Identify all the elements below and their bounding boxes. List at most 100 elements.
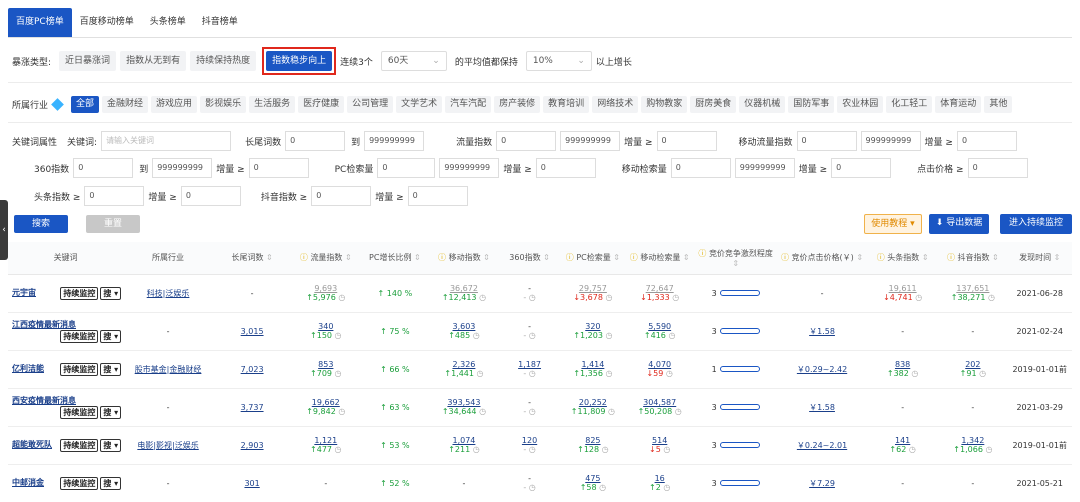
monitor-button[interactable]: 持续监控 [60, 330, 99, 343]
industry-tag[interactable]: 体育运动 [935, 95, 982, 113]
industry-tag[interactable]: 金融财经 [102, 95, 149, 113]
industry-tag[interactable]: 教育培训 [543, 95, 590, 113]
flow-index-value[interactable]: 1,121 [291, 436, 360, 445]
toutiao-value[interactable]: 838 [867, 360, 938, 369]
pc-search-max[interactable]: 999999999 [439, 158, 500, 178]
mobile-search-min[interactable]: 0 [670, 158, 731, 178]
mobile-flow-increment[interactable]: 0 [956, 131, 1017, 151]
mobile-search-value[interactable]: 72,647 [625, 284, 694, 293]
long-tail-value[interactable]: 7,023 [241, 365, 264, 374]
header-col-douyin[interactable]: ⓘ 抖音指数 ⇕ [938, 242, 1008, 275]
industry-tag[interactable]: 房产装修 [494, 95, 541, 113]
mobile-search-value[interactable]: 514 [625, 436, 694, 445]
mobile-index-value[interactable]: 393,543 [429, 398, 498, 407]
toutiao-increment[interactable]: 0 [180, 186, 241, 206]
idx360-value[interactable]: 1,187 [498, 360, 560, 369]
industry-tag[interactable]: 国防军事 [788, 95, 835, 113]
keyword-link[interactable]: 亿利洁能 [12, 364, 44, 373]
douyin-value[interactable]: 202 [938, 360, 1007, 369]
keyword-link[interactable]: 江西疫情最新消息 [12, 320, 76, 329]
douyin-min[interactable]: 0 [311, 186, 372, 206]
header-col-found-date[interactable]: 发现时间 ⇕ [1007, 242, 1072, 275]
rise-option-recent[interactable]: 近日暴涨词 [59, 51, 117, 71]
flow-min[interactable]: 0 [496, 131, 557, 151]
monitor-entry-button[interactable]: 进入持续监控 [1000, 214, 1072, 234]
industry-tag[interactable]: 网络技术 [592, 95, 639, 113]
search-dropdown[interactable]: 搜 ▾ [100, 476, 122, 490]
douyin-increment[interactable]: 0 [407, 186, 468, 206]
pc-search-value[interactable]: 825 [561, 436, 625, 445]
click-price-value[interactable]: ￥1.58 [809, 403, 835, 412]
header-col-mobile-index[interactable]: ⓘ 移动指数 ⇕ [429, 242, 499, 275]
pc-search-value[interactable]: 29,757 [561, 284, 625, 293]
idx360-min[interactable]: 0 [73, 158, 134, 178]
monitor-button[interactable]: 持续监控 [60, 438, 99, 452]
rise-option-keep-hot[interactable]: 持续保持热度 [190, 51, 257, 71]
long-tail-value[interactable]: 2,903 [241, 441, 264, 450]
mobile-search-max[interactable]: 999999999 [734, 158, 795, 178]
toutiao-value[interactable]: 141 [867, 436, 938, 445]
rise-option-from-zero[interactable]: 指数从无到有 [120, 51, 187, 71]
industry-tag-all[interactable]: 全部 [71, 95, 100, 113]
header-col-competition[interactable]: ⓘ 竞价竞争激烈程度 ⇕ [694, 242, 778, 275]
click-price-value[interactable]: ￥7.29 [809, 479, 835, 488]
rise-option-steady[interactable]: 指数稳步向上 [266, 51, 333, 71]
click-price-input[interactable]: 0 [967, 158, 1028, 178]
industry-tag[interactable]: 购物教家 [641, 95, 688, 113]
industry-tag[interactable]: 医疗健康 [298, 95, 345, 113]
industry-tag[interactable]: 影视娱乐 [200, 95, 247, 113]
click-price-value[interactable]: ￥1.58 [809, 327, 835, 336]
header-col-pc-search[interactable]: ⓘ PC检索量 ⇕ [560, 242, 626, 275]
mobile-search-value[interactable]: 4,070 [625, 360, 694, 369]
industry-tag[interactable]: 厨房美食 [690, 95, 737, 113]
industry-value[interactable]: 股市基金|金融财经 [135, 365, 202, 374]
mobile-flow-min[interactable]: 0 [796, 131, 857, 151]
industry-tag[interactable]: 化工轻工 [886, 95, 933, 113]
mobile-index-value[interactable]: 1,074 [429, 436, 498, 445]
pc-search-value[interactable]: 475 [561, 474, 625, 483]
search-dropdown[interactable]: 搜 ▾ [100, 406, 122, 419]
header-col-mobile-search[interactable]: ⓘ 移动检索量 ⇕ [625, 242, 695, 275]
header-col-flow-index[interactable]: ⓘ 流量指数 ⇕ [291, 242, 361, 275]
flow-index-value[interactable]: 340 [291, 322, 360, 331]
search-dropdown[interactable]: 搜 ▾ [100, 438, 122, 452]
douyin-value[interactable]: 137,651 [938, 284, 1007, 293]
header-col-click-price[interactable]: ⓘ 竞价点击价格(￥) ⇕ [777, 242, 867, 275]
long-tail-value[interactable]: 301 [244, 479, 259, 488]
mobile-flow-max[interactable]: 999999999 [860, 131, 921, 151]
tab-douyin[interactable]: 抖音榜单 [194, 8, 246, 38]
long-tail-value[interactable]: 3,737 [241, 403, 264, 412]
tab-baidu-pc[interactable]: 百度PC榜单 [8, 8, 72, 38]
industry-tag[interactable]: 农业林园 [837, 95, 884, 113]
mobile-search-value[interactable]: 5,590 [625, 322, 694, 331]
keyword-input[interactable]: 请输入关键词 [101, 131, 232, 151]
long-tail-max[interactable]: 999999999 [364, 131, 425, 151]
search-dropdown[interactable]: 搜 ▾ [100, 286, 122, 300]
idx360-increment[interactable]: 0 [248, 158, 309, 178]
monitor-button[interactable]: 持续监控 [60, 406, 99, 419]
long-tail-min[interactable]: 0 [285, 131, 346, 151]
industry-value[interactable]: 科技|泛娱乐 [147, 289, 190, 298]
long-tail-value[interactable]: 3,015 [241, 327, 264, 336]
flow-index-value[interactable]: 19,662 [291, 398, 360, 407]
header-col-360-index[interactable]: 360指数 ⇕ [498, 242, 561, 275]
industry-value[interactable]: 电影|影视|泛娱乐 [137, 441, 198, 450]
click-price-value[interactable]: ￥0.29~2.42 [797, 365, 847, 374]
mobile-index-value[interactable]: 3,603 [429, 322, 498, 331]
flow-index-value[interactable]: 9,693 [291, 284, 360, 293]
tab-toutiao[interactable]: 头条榜单 [142, 8, 194, 38]
click-price-value[interactable]: ￥0.24~2.01 [797, 441, 847, 450]
pc-search-increment[interactable]: 0 [535, 158, 596, 178]
tab-baidu-mobile[interactable]: 百度移动榜单 [72, 8, 142, 38]
header-col-long-tail[interactable]: 长尾词数 ⇕ [212, 242, 292, 275]
header-col-pc-growth[interactable]: PC增长比例 ⇕ [360, 242, 430, 275]
mobile-search-value[interactable]: 16 [625, 474, 694, 483]
flow-max[interactable]: 999999999 [560, 131, 621, 151]
tutorial-button[interactable]: 使用教程 ▾ [864, 214, 922, 234]
monitor-button[interactable]: 持续监控 [60, 286, 99, 300]
pc-search-min[interactable]: 0 [377, 158, 436, 178]
search-dropdown[interactable]: 搜 ▾ [100, 362, 122, 376]
pc-search-value[interactable]: 320 [561, 322, 625, 331]
mobile-search-value[interactable]: 304,587 [625, 398, 694, 407]
idx360-max[interactable]: 999999999 [152, 158, 213, 178]
